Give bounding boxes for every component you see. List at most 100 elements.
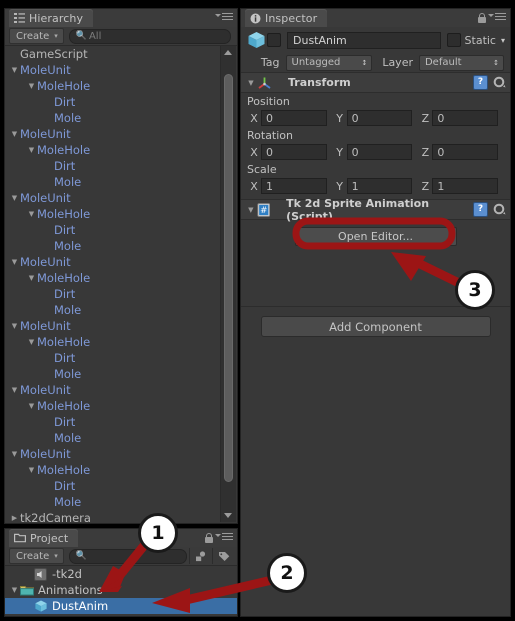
- chevron-down-icon[interactable]: ▾: [501, 36, 505, 45]
- tab-hierarchy[interactable]: Hierarchy: [9, 9, 94, 27]
- hierarchy-row[interactable]: ▼ MoleUnit: [5, 318, 237, 334]
- project-list[interactable]: -tk2d ▼ Animations DustAnim: [5, 566, 237, 616]
- layer-dropdown[interactable]: Default ↕: [418, 54, 504, 71]
- static-checkbox[interactable]: [446, 33, 461, 47]
- project-create-button[interactable]: Create ▾: [9, 548, 64, 564]
- hierarchy-scrollbar-thumb[interactable]: [224, 74, 233, 482]
- foldout-arrow-icon[interactable]: ▼: [9, 322, 20, 330]
- hierarchy-row-label: Mole: [54, 239, 82, 253]
- transform-scale-x-field[interactable]: 1: [261, 178, 327, 194]
- foldout-arrow-icon[interactable]: ▼: [9, 194, 20, 202]
- hierarchy-row[interactable]: Mole: [5, 302, 237, 318]
- hierarchy-row[interactable]: Mole: [5, 430, 237, 446]
- gear-icon[interactable]: [493, 76, 506, 89]
- transform-rotation-z-field[interactable]: 0: [432, 144, 499, 160]
- hierarchy-row[interactable]: Mole: [5, 174, 237, 190]
- project-item-label: -tk2d: [52, 567, 82, 581]
- hierarchy-row[interactable]: ▼ MoleHole: [5, 398, 237, 414]
- transform-position-y-field[interactable]: 0: [346, 110, 413, 126]
- open-editor-button[interactable]: Open Editor...: [294, 227, 457, 246]
- hierarchy-row[interactable]: ▼ MoleUnit: [5, 126, 237, 142]
- hierarchy-row[interactable]: GameScript: [5, 46, 237, 62]
- foldout-arrow-icon[interactable]: ▼: [26, 466, 37, 474]
- project-search-input[interactable]: 🔍: [68, 548, 187, 564]
- static-toggle-group[interactable]: Static ▾: [446, 33, 505, 47]
- gameobject-active-checkbox[interactable]: [267, 33, 281, 47]
- hierarchy-row[interactable]: ▼ MoleUnit: [5, 190, 237, 206]
- foldout-arrow-icon[interactable]: ▼: [26, 402, 37, 410]
- collapse-arrow-icon[interactable]: ▼: [245, 206, 257, 214]
- project-panel-menu-icon[interactable]: [215, 533, 233, 543]
- foldout-arrow-icon[interactable]: ▼: [26, 338, 37, 346]
- project-item-animations[interactable]: ▼ Animations: [5, 582, 237, 598]
- hierarchy-row[interactable]: ▼ MoleHole: [5, 462, 237, 478]
- hierarchy-row[interactable]: ▼ MoleUnit: [5, 254, 237, 270]
- help-icon[interactable]: ?: [473, 202, 488, 217]
- tab-project[interactable]: Project: [9, 529, 79, 547]
- tag-dropdown[interactable]: Untagged ↕: [285, 54, 373, 71]
- transform-rotation-y-field[interactable]: 0: [346, 144, 413, 160]
- inspector-panel-menu-icon[interactable]: [488, 13, 506, 23]
- foldout-arrow-icon[interactable]: ▼: [9, 386, 20, 394]
- folder-icon: [20, 585, 35, 596]
- hierarchy-row[interactable]: Dirt: [5, 158, 237, 174]
- hierarchy-row[interactable]: Dirt: [5, 94, 237, 110]
- collapse-arrow-icon[interactable]: ▼: [245, 79, 257, 87]
- project-label-filter-button[interactable]: [212, 548, 235, 564]
- hierarchy-row[interactable]: Mole: [5, 494, 237, 510]
- gameobject-name-field[interactable]: DustAnim: [287, 31, 441, 49]
- project-lock-icon[interactable]: [205, 533, 213, 543]
- hierarchy-row[interactable]: Dirt: [5, 478, 237, 494]
- foldout-arrow-icon[interactable]: ▼: [9, 258, 20, 266]
- add-component-button[interactable]: Add Component: [260, 316, 491, 337]
- help-icon[interactable]: ?: [473, 75, 488, 90]
- hierarchy-row[interactable]: ▼ MoleUnit: [5, 62, 237, 78]
- project-item-tk2d[interactable]: -tk2d: [5, 566, 237, 582]
- project-item-dustanim[interactable]: DustAnim: [5, 598, 237, 614]
- foldout-arrow-icon[interactable]: ▼: [26, 82, 37, 90]
- hierarchy-scrollbar[interactable]: [220, 46, 236, 522]
- scroll-up-arrow-icon[interactable]: [224, 50, 232, 55]
- hierarchy-row[interactable]: ▼ MoleHole: [5, 206, 237, 222]
- tab-inspector[interactable]: Inspector: [245, 9, 328, 27]
- hierarchy-list[interactable]: GameScript ▼ MoleUnit ▼ MoleHole Dirt Mole ▼ Mol…: [5, 46, 237, 523]
- project-object-filter-button[interactable]: [189, 548, 212, 564]
- hierarchy-row[interactable]: ▼ MoleHole: [5, 78, 237, 94]
- gear-icon[interactable]: [493, 203, 506, 216]
- transform-position-z-field[interactable]: 0: [432, 110, 499, 126]
- transform-position-x-field[interactable]: 0: [261, 110, 327, 126]
- foldout-arrow-icon[interactable]: ▼: [26, 146, 37, 154]
- field-value: 0: [351, 111, 359, 125]
- transform-rotation-x-field[interactable]: 0: [261, 144, 327, 160]
- transform-scale-y-field[interactable]: 1: [346, 178, 413, 194]
- hierarchy-row[interactable]: ▼ MoleUnit: [5, 382, 237, 398]
- hierarchy-row[interactable]: Dirt: [5, 222, 237, 238]
- foldout-arrow-icon[interactable]: ▼: [9, 586, 20, 594]
- hierarchy-row[interactable]: Dirt: [5, 350, 237, 366]
- hierarchy-row[interactable]: Dirt: [5, 286, 237, 302]
- foldout-arrow-icon[interactable]: ▼: [26, 210, 37, 218]
- hierarchy-row[interactable]: Mole: [5, 110, 237, 126]
- component-header-tk2d-sprite-animation[interactable]: ▼ # Tk 2d Sprite Animation (Script) ?: [241, 197, 510, 223]
- hierarchy-row[interactable]: ▼ MoleHole: [5, 334, 237, 350]
- hierarchy-row[interactable]: ▼ MoleUnit: [5, 446, 237, 462]
- hierarchy-row[interactable]: Mole: [5, 366, 237, 382]
- foldout-arrow-icon[interactable]: ▼: [9, 66, 20, 74]
- foldout-arrow-icon[interactable]: ▼: [9, 450, 20, 458]
- add-component-label: Add Component: [329, 319, 422, 334]
- hierarchy-row[interactable]: ▼ MoleHole: [5, 142, 237, 158]
- component-header-transform[interactable]: ▼ Transform ?: [241, 72, 510, 93]
- hierarchy-row[interactable]: Mole: [5, 238, 237, 254]
- foldout-arrow-icon[interactable]: ▼: [9, 130, 20, 138]
- hierarchy-row[interactable]: Dirt: [5, 414, 237, 430]
- scroll-down-arrow-icon[interactable]: [224, 513, 232, 518]
- foldout-arrow-icon[interactable]: ▼: [26, 274, 37, 282]
- inspector-lock-icon[interactable]: [478, 13, 486, 23]
- hierarchy-row[interactable]: ▶ tk2dCamera: [5, 510, 237, 523]
- hierarchy-create-button[interactable]: Create ▾: [9, 28, 64, 44]
- foldout-arrow-icon[interactable]: ▶: [9, 514, 20, 522]
- hierarchy-row[interactable]: ▼ MoleHole: [5, 270, 237, 286]
- transform-scale-z-field[interactable]: 1: [432, 178, 499, 194]
- hierarchy-search-input[interactable]: 🔍 All: [68, 28, 231, 44]
- hierarchy-panel-menu-icon[interactable]: [215, 13, 233, 23]
